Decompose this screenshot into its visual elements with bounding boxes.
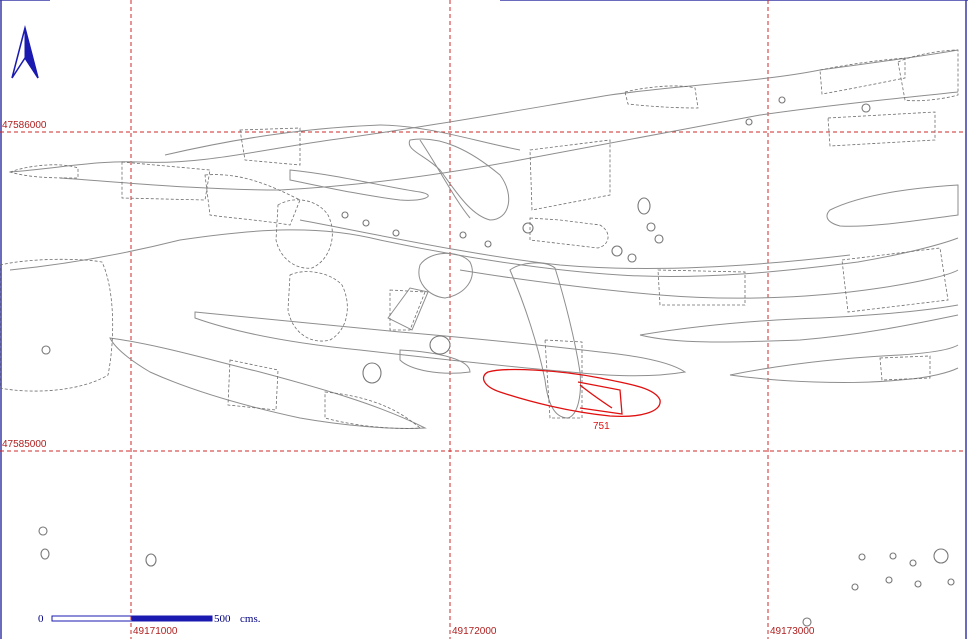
scale-bar: 0 500 cms. — [38, 613, 261, 625]
map-canvas: 47586000 47585000 49171000 49172000 4917… — [0, 0, 968, 639]
scale-bar-open-segment — [51, 615, 133, 622]
feature-label-751: 751 — [593, 421, 610, 432]
north-arrow-icon — [11, 25, 39, 79]
map-frame — [0, 0, 968, 639]
northing-label-bottom: 47585000 — [2, 439, 47, 450]
hatched-areas — [0, 49, 959, 429]
scale-bar-filled-segment — [131, 615, 213, 622]
easting-label-2: 49172000 — [452, 626, 497, 637]
northing-label-top: 47586000 — [2, 120, 47, 131]
scale-end-label: 500 — [214, 613, 231, 625]
coordinate-grid — [0, 0, 966, 639]
easting-label-3: 49173000 — [770, 626, 815, 637]
scale-start-label: 0 — [38, 613, 44, 625]
scale-unit-label: cms. — [240, 613, 261, 625]
easting-label-1: 49171000 — [133, 626, 178, 637]
excavation-features — [9, 49, 959, 429]
highlighted-feature-751[interactable]: 751 — [482, 368, 661, 432]
